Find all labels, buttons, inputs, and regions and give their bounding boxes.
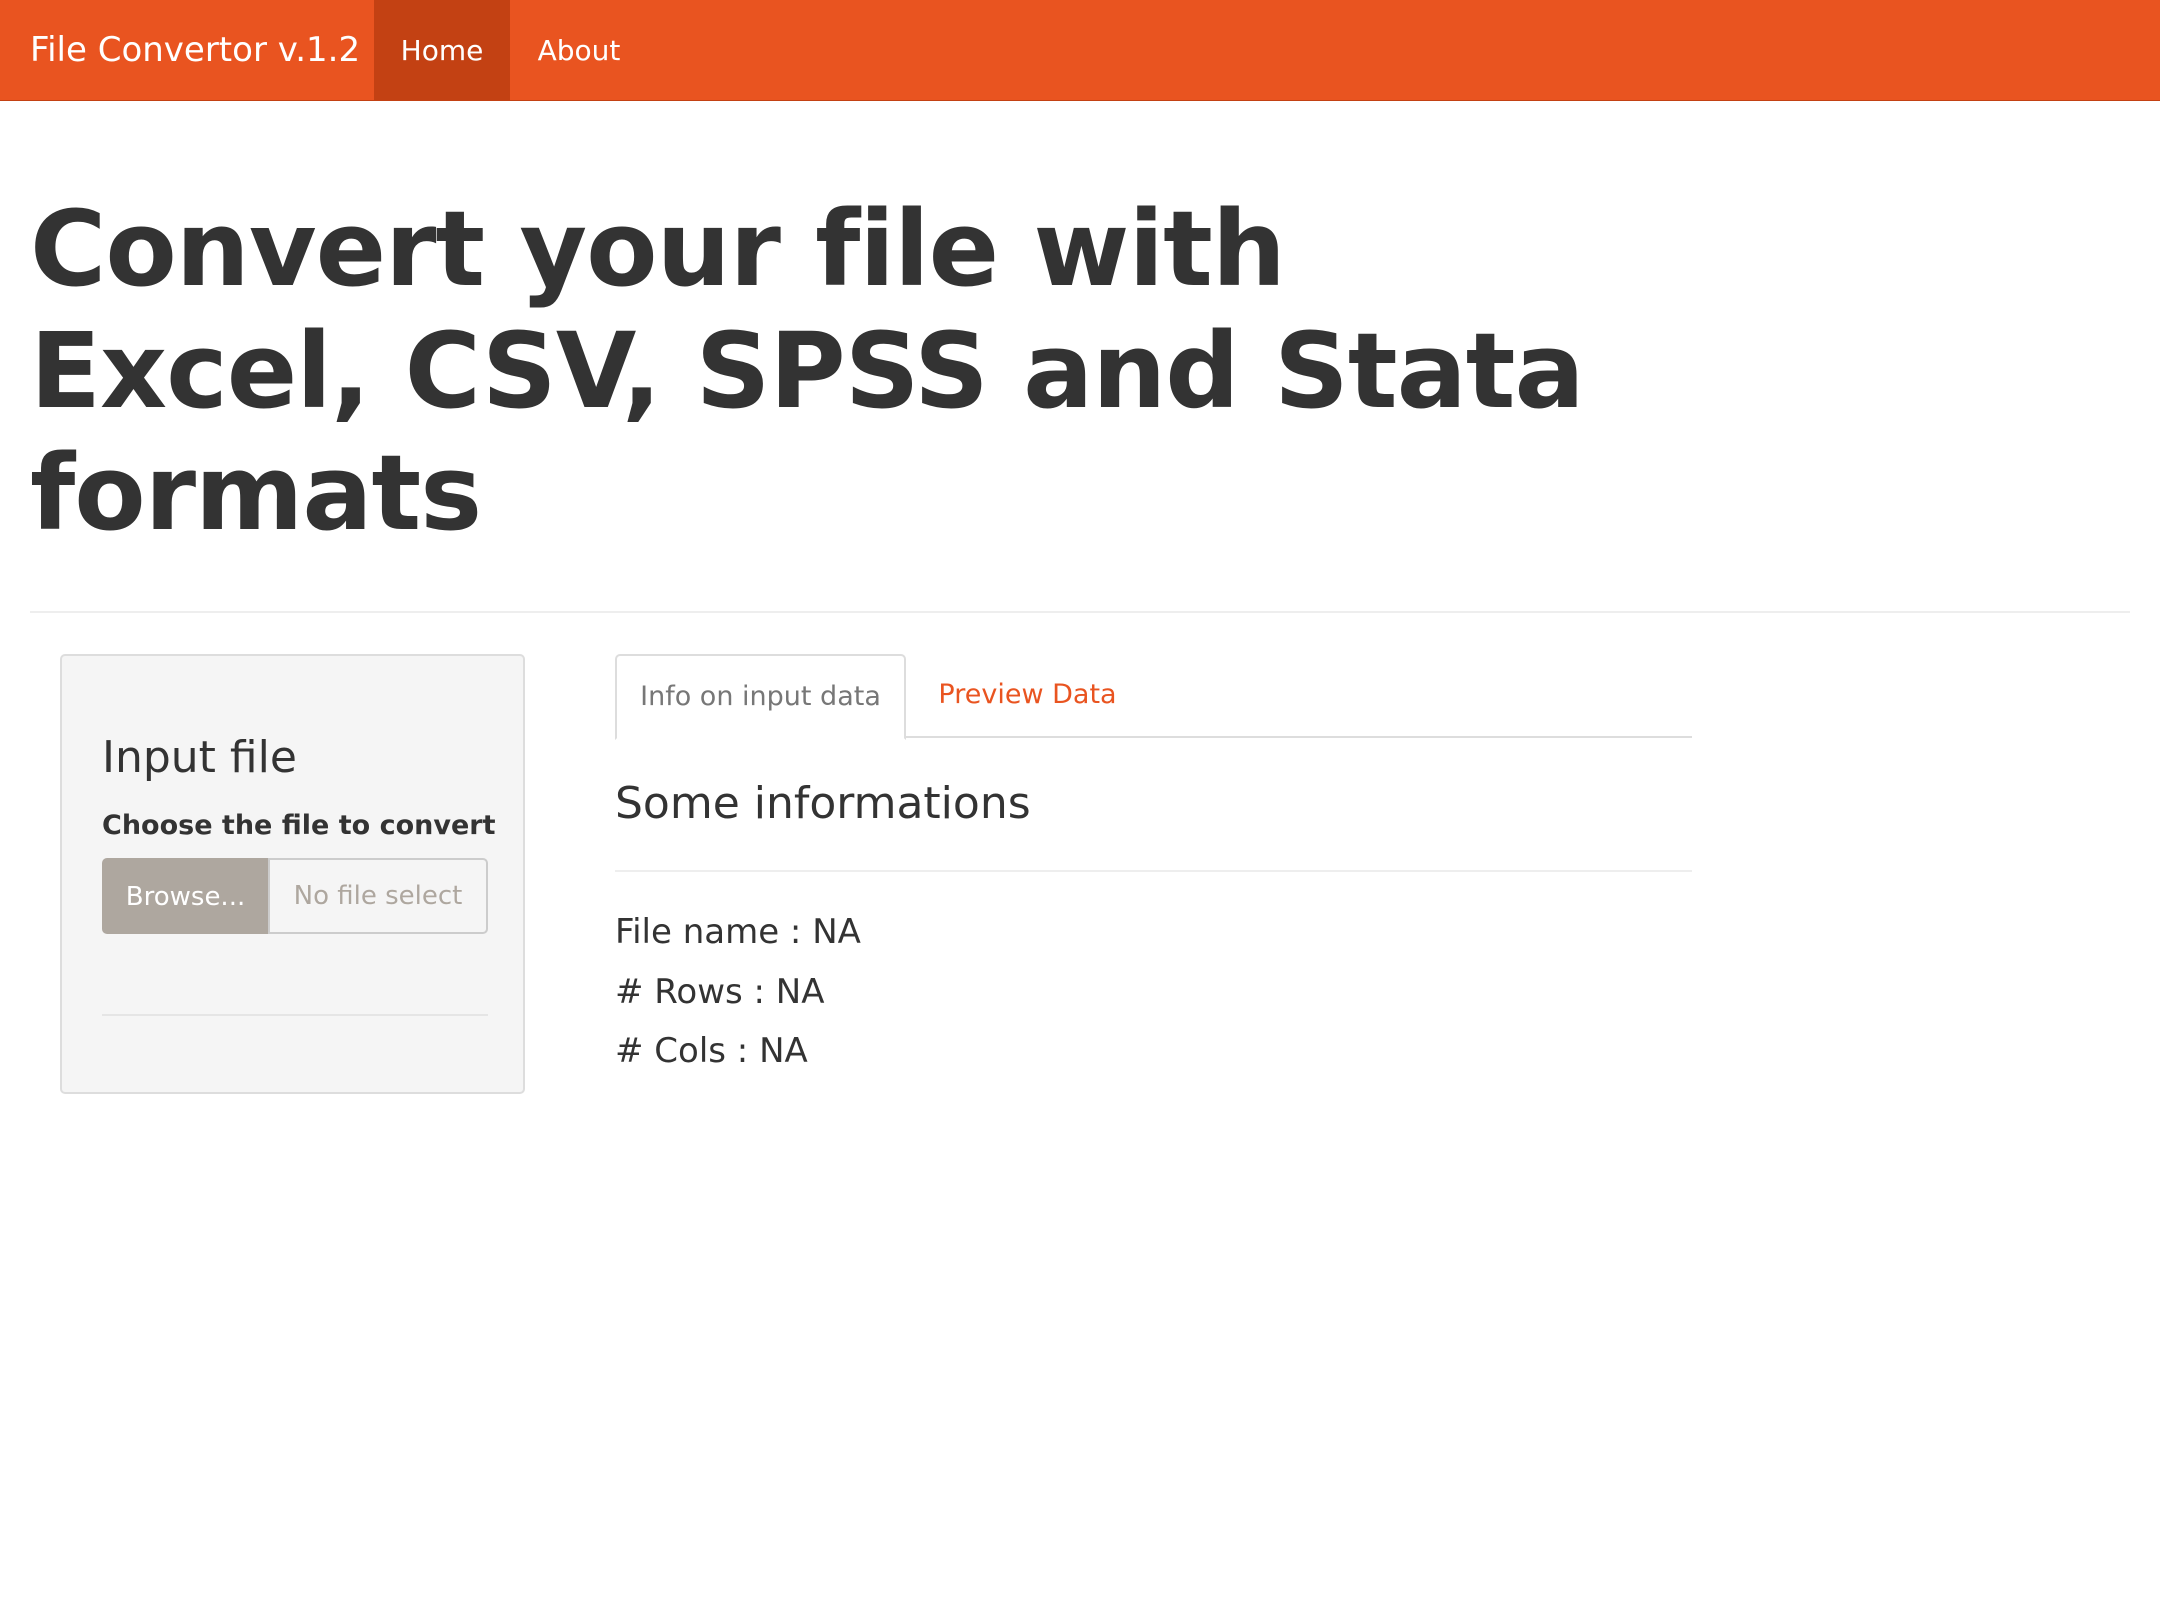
info-file-name: File name : NA: [615, 912, 861, 952]
nav-about[interactable]: About: [510, 0, 648, 101]
top-navbar: File Convertor v.1.2 Home About: [0, 0, 2160, 101]
input-file-panel: Input file Choose the file to convert Br…: [60, 654, 525, 1094]
page-title: Convert your file with Excel, CSV, SPSS …: [30, 188, 1585, 554]
info-section-title: Some informations: [615, 778, 1031, 829]
info-cols: # Cols : NA: [615, 1031, 808, 1071]
input-file-title: Input file: [102, 732, 297, 783]
browse-button[interactable]: Browse...: [102, 858, 269, 934]
panel-divider: [102, 1014, 488, 1016]
tab-preview-data[interactable]: Preview Data: [906, 654, 1149, 738]
page-title-line-1: Convert your file with: [30, 188, 1286, 310]
page-title-line-3: formats: [30, 432, 482, 554]
page-title-line-2: Excel, CSV, SPSS and Stata: [30, 310, 1585, 432]
tab-info-input-data[interactable]: Info on input data: [615, 654, 906, 740]
file-input-group: Browse... No file select: [102, 858, 488, 934]
info-rows: # Rows : NA: [615, 972, 825, 1012]
header-divider: [30, 611, 2130, 613]
info-section-divider: [615, 870, 1692, 872]
file-chooser-label: Choose the file to convert: [102, 810, 496, 841]
app-brand[interactable]: File Convertor v.1.2: [30, 0, 360, 101]
file-name-field[interactable]: No file select: [268, 858, 488, 934]
nav-home[interactable]: Home: [374, 0, 510, 101]
tab-bar: Info on input data Preview Data: [615, 654, 1692, 740]
